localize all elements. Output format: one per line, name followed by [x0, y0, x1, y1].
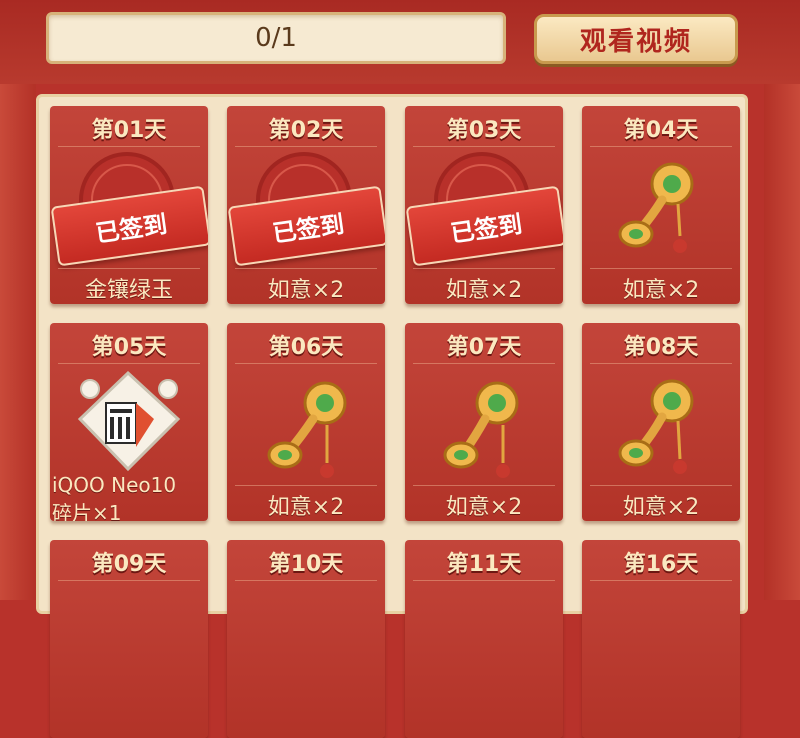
day-card-11[interactable]: 第11天 [405, 540, 563, 738]
day-card-08[interactable]: 第08天 如意×2 [582, 323, 740, 521]
divider [413, 268, 555, 269]
day-title: 第05天 [91, 335, 167, 360]
day-card-07[interactable]: 第07天 如意×2 [405, 323, 563, 521]
reward-label: 如意×2 [267, 495, 345, 520]
day-title: 第09天 [91, 552, 167, 577]
reward-label: 如意×2 [445, 495, 523, 520]
watch-video-button[interactable]: 观看视频 [534, 14, 738, 64]
day-card-09[interactable]: 第09天 [50, 540, 208, 738]
day-card-16[interactable]: 第16天 [582, 540, 740, 738]
background-edge-left [0, 0, 36, 600]
ruyi-scepter-icon [618, 379, 694, 474]
day-title: 第08天 [623, 335, 699, 360]
reward-art: 已签到 [227, 146, 385, 268]
phone-fragment-icon [77, 370, 181, 472]
reward-art: 已签到 [405, 146, 563, 268]
progress-text: 0/1 [255, 23, 297, 53]
day-title: 第02天 [268, 118, 344, 143]
watch-video-label: 观看视频 [579, 26, 692, 57]
progress-counter: 0/1 [46, 12, 506, 64]
reward-label-line2: 碎片×1 [52, 501, 122, 521]
day-card-02[interactable]: 第02天 已签到 如意×2 [227, 106, 385, 304]
reward-label: 如意×2 [445, 278, 523, 303]
day-title: 第03天 [446, 118, 522, 143]
divider [590, 485, 732, 486]
reward-art [50, 363, 208, 485]
day-title: 第01天 [91, 118, 167, 143]
reward-art [405, 363, 563, 485]
reward-art [582, 146, 740, 268]
reward-label: iQOO Neo10 碎片×1 [52, 471, 208, 521]
day-card-10[interactable]: 第10天 [227, 540, 385, 738]
divider [413, 485, 555, 486]
divider [58, 580, 200, 581]
day-title: 第07天 [446, 335, 522, 360]
day-title: 第16天 [623, 552, 699, 577]
divider [58, 268, 200, 269]
divider [235, 580, 377, 581]
day-card-06[interactable]: 第06天 如意×2 [227, 323, 385, 521]
ruyi-scepter-icon [267, 381, 347, 478]
divider [590, 268, 732, 269]
divider [590, 580, 732, 581]
reward-art [582, 363, 740, 485]
day-title: 第04天 [623, 118, 699, 143]
reward-art [227, 363, 385, 485]
day-title: 第11天 [446, 552, 522, 577]
day-card-04[interactable]: 第04天 如意×2 [582, 106, 740, 304]
divider [235, 268, 377, 269]
reward-label: 如意×2 [622, 278, 700, 303]
day-title: 第06天 [268, 335, 344, 360]
day-card-03[interactable]: 第03天 已签到 如意×2 [405, 106, 563, 304]
divider [413, 580, 555, 581]
day-card-01[interactable]: 第01天 已签到 金镶绿玉 [50, 106, 208, 304]
ruyi-scepter-icon [618, 162, 694, 253]
reward-art: 已签到 [50, 146, 208, 268]
reward-label-line1: iQOO Neo10 [52, 473, 177, 497]
day-title: 第10天 [268, 552, 344, 577]
checkin-panel: 第01天 已签到 金镶绿玉 第02天 已签到 如意×2 第03天 已签到 如意×… [36, 94, 748, 738]
day-card-05[interactable]: 第05天 iQOO Neo10 碎片×1 [50, 323, 208, 521]
background-edge-right [764, 0, 800, 600]
reward-label: 金镶绿玉 [84, 278, 173, 303]
ruyi-scepter-icon [443, 381, 519, 478]
reward-label: 如意×2 [267, 278, 345, 303]
reward-label: 如意×2 [622, 495, 700, 520]
divider [235, 485, 377, 486]
